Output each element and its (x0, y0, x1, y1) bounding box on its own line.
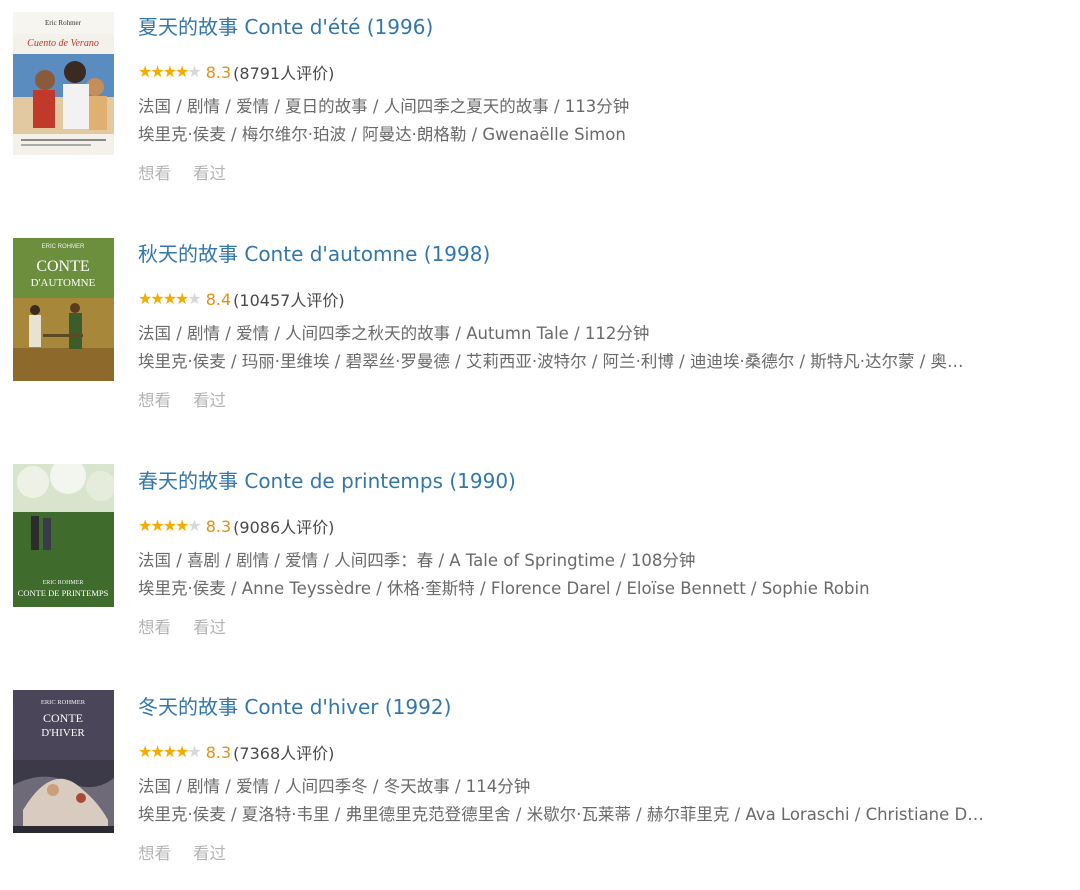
poster-image-summer[interactable]: Eric Rohmer Cuento de Verano (13, 12, 114, 155)
rating-score: 8.3 (205, 516, 232, 536)
poster-title-text: CONTE DE PRINTEMPS (18, 588, 109, 598)
star-rating-icon: ★★★★★ (138, 289, 202, 308)
rating-row: ★★★★★ 8.3 (7368人评价) (138, 740, 334, 764)
rating-row: ★★★★★ 8.3 (9086人评价) (138, 514, 334, 538)
watched-button[interactable]: 看过 (193, 162, 226, 186)
movie-actions: 想看 看过 (138, 389, 226, 413)
want-to-watch-button[interactable]: 想看 (138, 842, 171, 866)
movie-meta-genres: 法国 / 剧情 / 爱情 / 人间四季之秋天的故事 / Autumn Tale … (138, 324, 650, 343)
poster-image-winter[interactable]: ERIC ROHMER CONTE D'HIVER (13, 690, 114, 833)
watched-button[interactable]: 看过 (193, 616, 226, 640)
movie-meta-cast: 埃里克·侯麦 / 玛丽·里维埃 / 碧翠丝·罗曼德 / 艾莉西亚·波特尔 / 阿… (138, 352, 964, 371)
watched-button[interactable]: 看过 (193, 842, 226, 866)
movie-meta-genres: 法国 / 剧情 / 爱情 / 夏日的故事 / 人间四季之夏天的故事 / 113分… (138, 97, 630, 116)
movie-title[interactable]: 夏天的故事 Conte d'été (1996) (138, 13, 433, 41)
poster-title-text: Cuento de Verano (27, 38, 99, 49)
rating-score: 8.3 (205, 62, 232, 82)
rating-votes: (8791人评价) (233, 64, 335, 83)
poster-subtitle-text: D'HIVER (41, 727, 85, 739)
poster-image-autumn[interactable]: ERIC ROHMER CONTE D'AUTOMNE (13, 238, 114, 381)
movie-item-autumn: ERIC ROHMER CONTE D'AUTOMNE 秋天的故事 Conte … (0, 227, 1080, 437)
movie-meta-genres: 法国 / 喜剧 / 剧情 / 爱情 / 人间四季：春 / A Tale of S… (138, 551, 696, 570)
poster-top-text: ERIC ROHMER (41, 699, 86, 706)
movie-item-summer: Eric Rohmer Cuento de Verano 夏天的故事 Conte… (0, 0, 1080, 210)
want-to-watch-button[interactable]: 想看 (138, 389, 171, 413)
star-rating-icon: ★★★★★ (138, 742, 202, 761)
movie-meta-cast: 埃里克·侯麦 / 夏洛特·韦里 / 弗里德里克范登德里舍 / 米歇尔·瓦莱蒂 /… (138, 805, 984, 824)
rating-score: 8.4 (205, 289, 232, 309)
rating-row: ★★★★★ 8.3 (8791人评价) (138, 60, 334, 84)
movie-actions: 想看 看过 (138, 842, 226, 866)
rating-row: ★★★★★ 8.4 (10457人评价) (138, 287, 345, 311)
poster-top-text: ERIC ROHMER (42, 244, 85, 250)
want-to-watch-button[interactable]: 想看 (138, 616, 171, 640)
poster-title-text: CONTE (36, 258, 89, 275)
poster-top-text: ERIC ROHMER (43, 580, 84, 586)
movie-meta-cast: 埃里克·侯麦 / 梅尔维尔·珀波 / 阿曼达·朗格勒 / Gwenaëlle S… (138, 125, 626, 144)
movie-title[interactable]: 冬天的故事 Conte d'hiver (1992) (138, 693, 451, 721)
movie-item-spring: ERIC ROHMER CONTE DE PRINTEMPS 春天的故事 Con… (0, 454, 1080, 664)
movie-meta-genres: 法国 / 剧情 / 爱情 / 人间四季冬 / 冬天故事 / 114分钟 (138, 777, 531, 796)
want-to-watch-button[interactable]: 想看 (138, 162, 171, 186)
movie-title[interactable]: 秋天的故事 Conte d'automne (1998) (138, 240, 490, 268)
star-rating-icon: ★★★★★ (138, 516, 202, 535)
rating-votes: (9086人评价) (233, 518, 335, 537)
movie-title[interactable]: 春天的故事 Conte de printemps (1990) (138, 467, 516, 495)
poster-subtitle-text: D'AUTOMNE (31, 277, 96, 289)
poster-top-text: Eric Rohmer (45, 19, 82, 27)
poster-title-text: CONTE (43, 711, 83, 725)
rating-score: 8.3 (205, 742, 232, 762)
star-rating-icon: ★★★★★ (138, 62, 202, 81)
watched-button[interactable]: 看过 (193, 389, 226, 413)
poster-image-spring[interactable]: ERIC ROHMER CONTE DE PRINTEMPS (13, 464, 114, 607)
movie-actions: 想看 看过 (138, 162, 226, 186)
movie-item-winter: ERIC ROHMER CONTE D'HIVER 冬天的故事 Conte d'… (0, 680, 1080, 890)
rating-votes: (10457人评价) (233, 291, 345, 310)
movie-meta-cast: 埃里克·侯麦 / Anne Teyssèdre / 休格·奎斯特 / Flore… (138, 579, 870, 598)
rating-votes: (7368人评价) (233, 744, 335, 763)
movie-actions: 想看 看过 (138, 616, 226, 640)
